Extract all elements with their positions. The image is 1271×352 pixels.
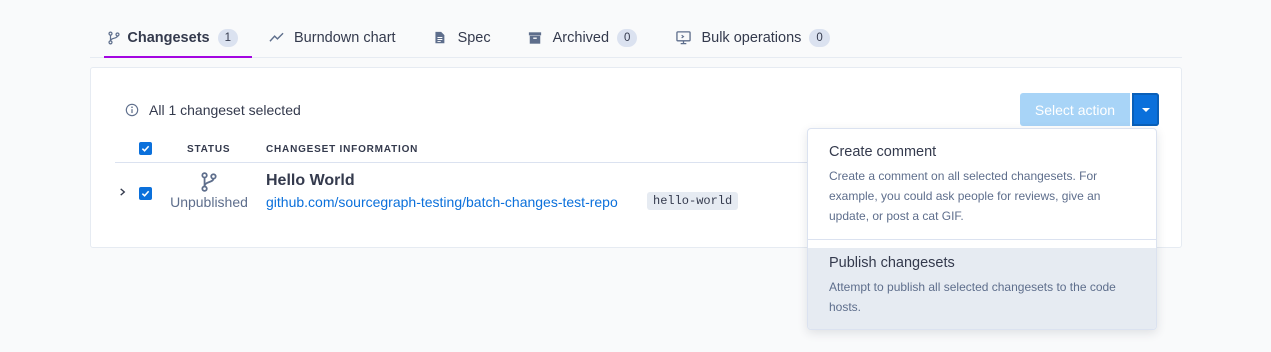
count-badge: 0 (809, 28, 830, 47)
tab-label: Spec (457, 29, 491, 46)
tab-label: Changesets (127, 29, 210, 46)
branch-icon (201, 172, 217, 192)
tab-changesets[interactable]: Changesets 1 (90, 18, 252, 58)
repo-link[interactable]: github.com/sourcegraph-testing/batch-cha… (266, 194, 618, 210)
count-badge: 1 (217, 28, 238, 47)
check-icon (141, 145, 150, 152)
archive-icon (527, 30, 543, 46)
monitor-icon (675, 30, 691, 46)
caret-down-icon (1141, 107, 1150, 112)
action-dropdown-menu: Create comment Create a comment on all s… (807, 128, 1157, 330)
count-badge: 0 (617, 28, 638, 47)
menu-item-publish-changesets[interactable]: Publish changesets Attempt to publish al… (808, 248, 1156, 329)
menu-item-title: Create comment (829, 144, 937, 160)
check-icon (141, 190, 150, 197)
tab-spec[interactable]: Spec (418, 18, 505, 57)
expand-chevron-icon[interactable] (118, 185, 127, 200)
select-all-checkbox[interactable] (139, 142, 152, 155)
selection-info-text: All 1 changeset selected (149, 102, 301, 118)
status-column-header: STATUS (187, 144, 231, 155)
menu-item-description: Create a comment on all selected changes… (829, 169, 1101, 223)
branch-badge: hello-world (647, 192, 739, 210)
info-icon (125, 103, 139, 117)
menu-item-title: Publish changesets (829, 255, 955, 271)
tab-archived[interactable]: Archived 0 (513, 18, 652, 57)
changeset-title[interactable]: Hello World (266, 172, 355, 190)
file-document-icon (432, 30, 448, 46)
tab-label: Bulk operations (701, 29, 802, 46)
changeset-status: Unpublished (164, 172, 254, 210)
selection-info: All 1 changeset selected (125, 102, 301, 118)
select-action-button[interactable]: Select action (1020, 93, 1130, 126)
menu-item-create-comment[interactable]: Create comment Create a comment on all s… (808, 129, 1156, 240)
branch-icon (106, 30, 121, 46)
tab-burndown-chart[interactable]: Burndown chart (254, 18, 410, 57)
tab-label: Archived (552, 29, 610, 46)
tab-label: Burndown chart (294, 29, 396, 46)
info-column-header: CHANGESET INFORMATION (266, 144, 419, 155)
status-label: Unpublished (170, 194, 248, 210)
row-checkbox[interactable] (139, 187, 152, 200)
chart-line-icon (268, 30, 284, 46)
tab-bar: Changesets 1 Burndown chart Spec Archive… (90, 18, 1182, 58)
tab-bulk-operations[interactable]: Bulk operations 0 (661, 18, 843, 57)
menu-item-description: Attempt to publish all selected changese… (829, 280, 1116, 314)
action-button-group: Select action (1020, 93, 1159, 126)
action-dropdown-toggle[interactable] (1132, 93, 1159, 126)
